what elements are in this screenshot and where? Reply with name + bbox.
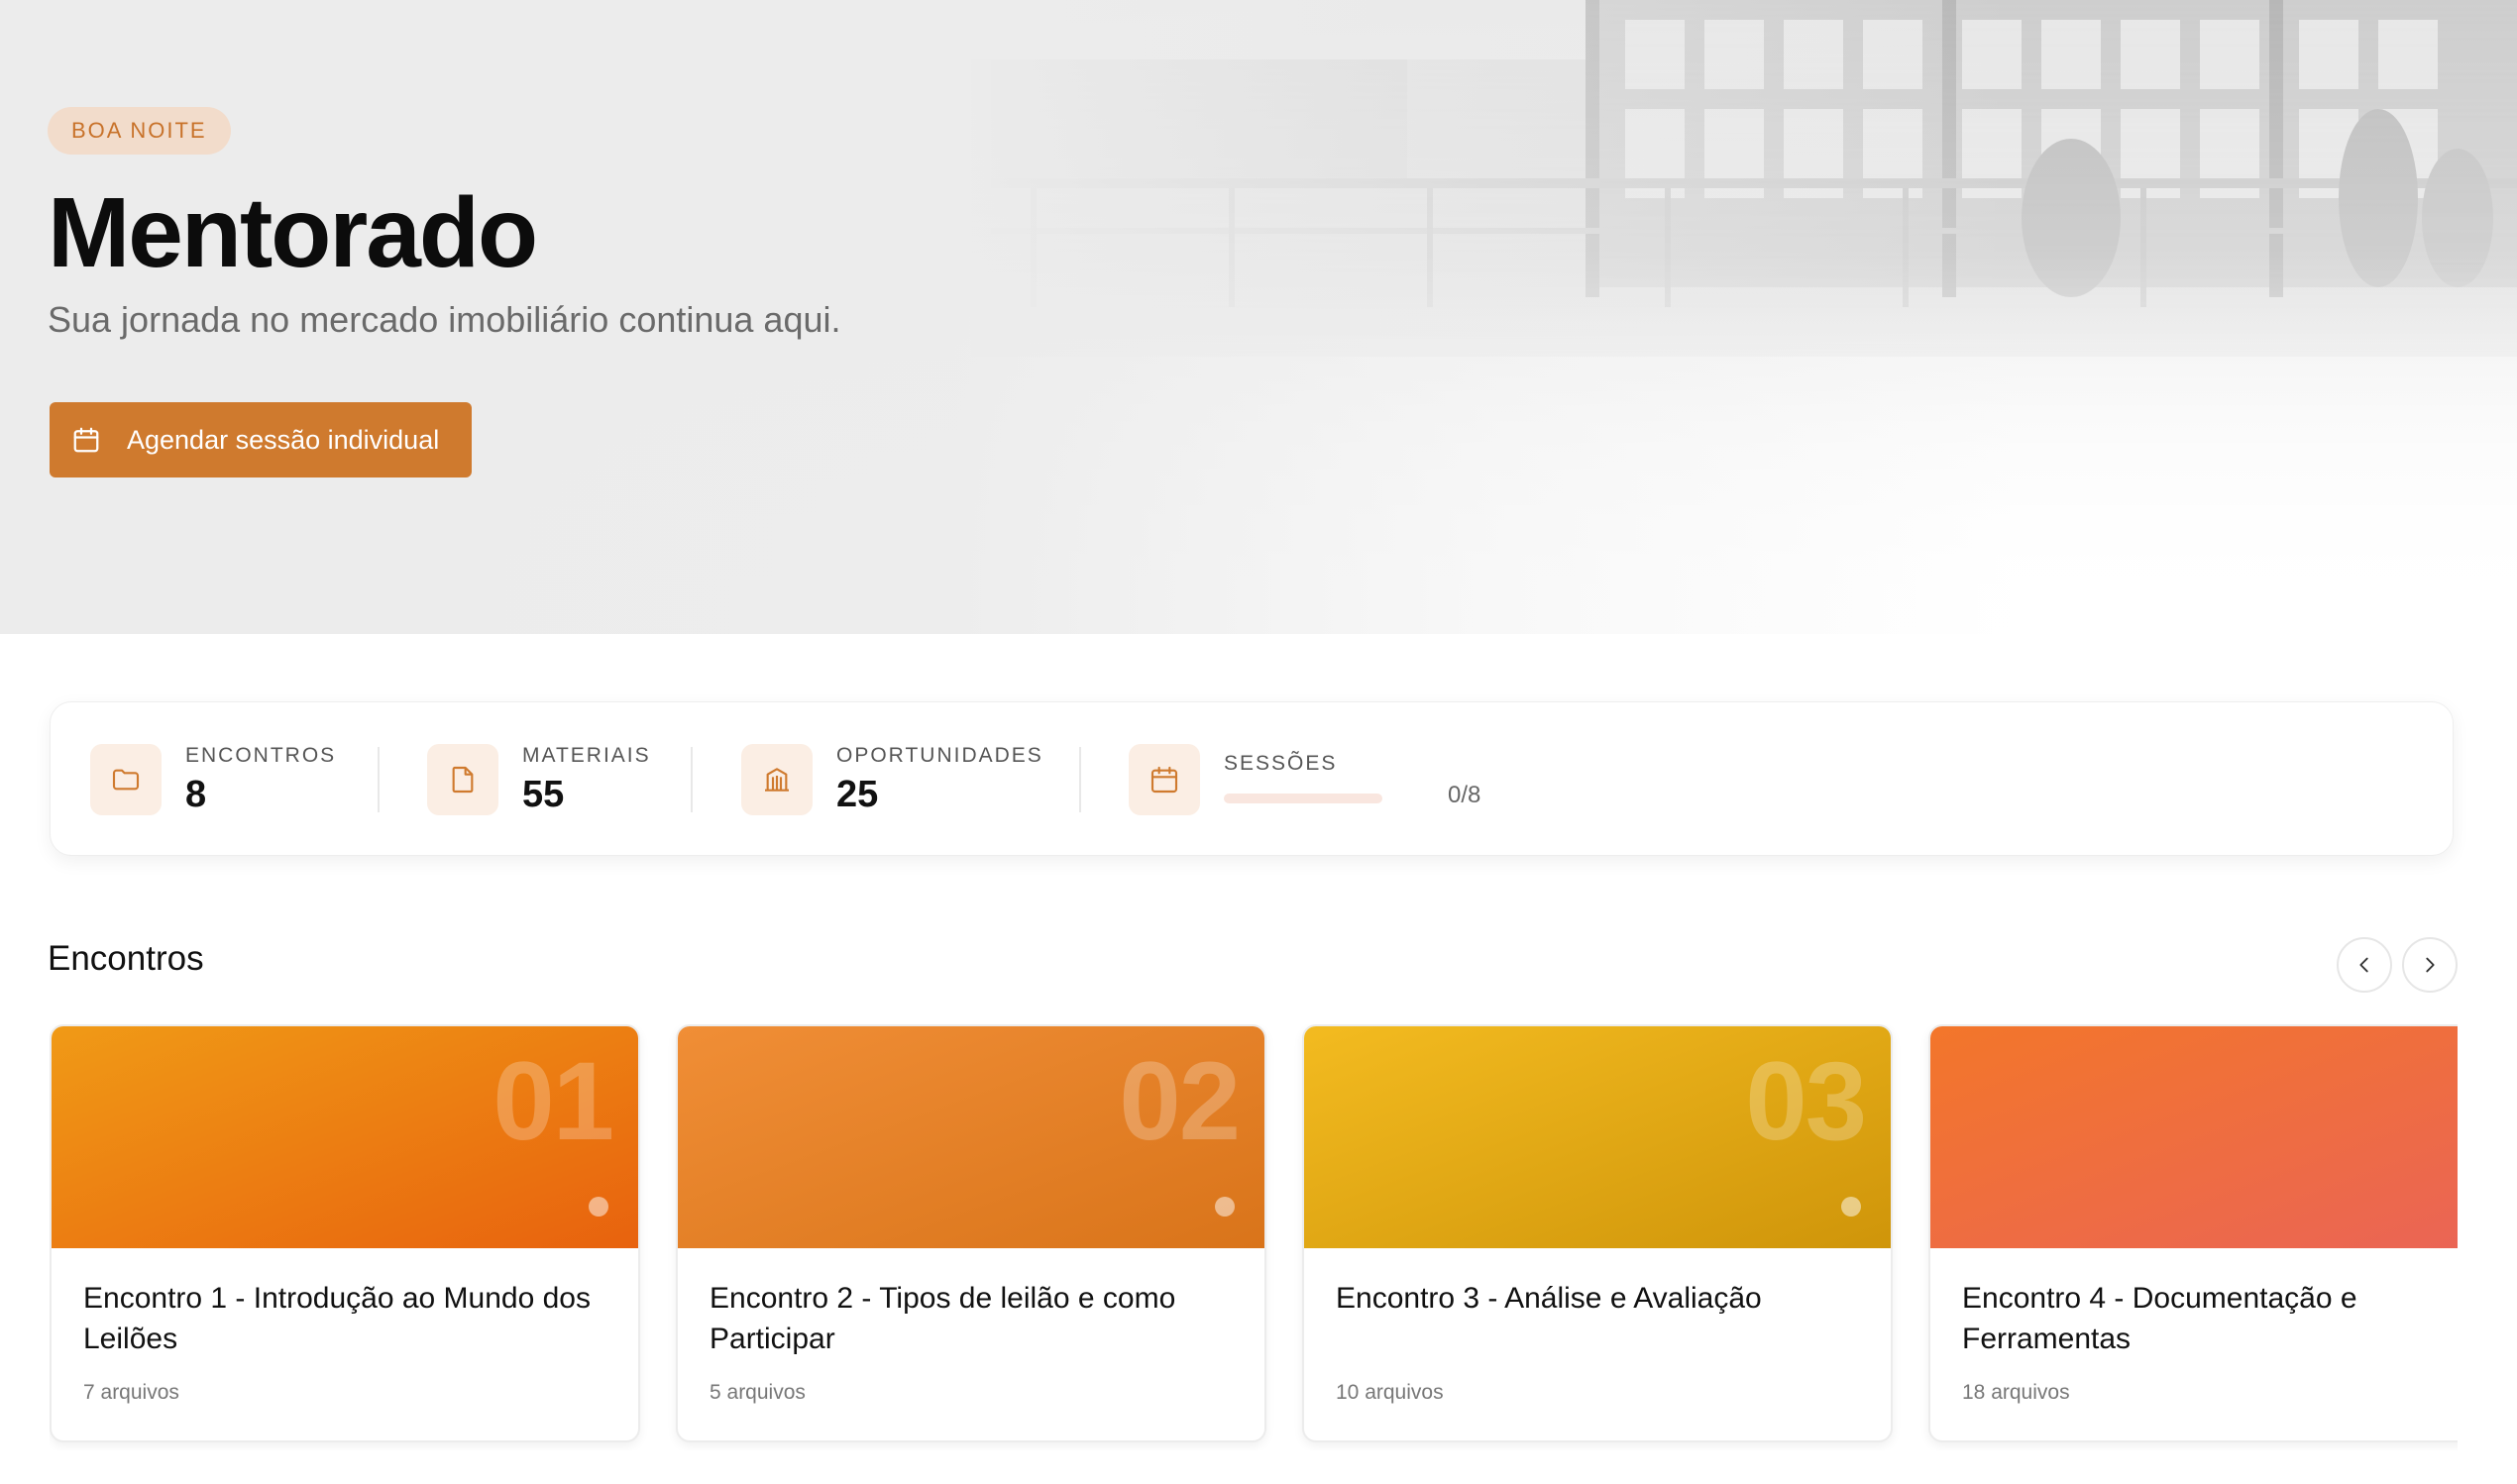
calendar-icon: [71, 425, 101, 455]
stat-label: SESSÕES: [1224, 752, 1338, 775]
encounter-card[interactable]: 02 Encontro 2 - Tipos de leilão e como P…: [676, 1024, 1266, 1442]
card-title: Encontro 4 - Documentação e Ferramentas: [1962, 1282, 2357, 1355]
building-icon: [741, 744, 813, 815]
card-file-count: 10 arquivos: [1336, 1381, 1444, 1404]
card-file-count: 7 arquivos: [83, 1381, 179, 1404]
stat-label: MATERIAIS: [522, 744, 651, 767]
chevron-right-icon: [2426, 957, 2435, 973]
page-title: Mentorado: [48, 177, 538, 288]
card-title: Encontro 1 - Introdução ao Mundo dos Lei…: [83, 1282, 591, 1355]
card-file-count: 5 arquivos: [710, 1381, 806, 1404]
card-status-dot: [1841, 1197, 1861, 1217]
calendar-icon: [1129, 744, 1200, 815]
carousel-next-button[interactable]: [2402, 937, 2458, 993]
encounters-carousel: 01 Encontro 1 - Introdução ao Mundo dos …: [50, 1024, 2458, 1450]
card-banner: 04: [1930, 1026, 2458, 1248]
greeting-badge: BOA NOITE: [48, 107, 231, 155]
card-number: 01: [492, 1039, 614, 1163]
stat-label: OPORTUNIDADES: [836, 744, 1043, 767]
encounters-section-title: Encontros: [48, 939, 204, 978]
stat-divider: [691, 747, 693, 812]
stat-label: ENCONTROS: [185, 744, 337, 767]
stat-value: 8: [185, 774, 207, 815]
card-status-dot: [1215, 1197, 1235, 1217]
chevron-left-icon: [2359, 957, 2368, 973]
stat-value: 25: [836, 774, 879, 815]
stat-divider: [378, 747, 380, 812]
card-number: 02: [1119, 1039, 1241, 1163]
card-banner: 01: [52, 1026, 638, 1248]
stat-sessoes: SESSÕES 0/8: [1129, 744, 1545, 815]
card-banner: 02: [678, 1026, 1264, 1248]
stat-materiais: MATERIAIS 55: [427, 744, 695, 815]
sessions-progress-text: 0/8: [1448, 782, 1481, 808]
stats-card: ENCONTROS 8 MATERIAIS 55 OPORTUNIDADES 2…: [50, 701, 2454, 856]
folder-icon: [90, 744, 162, 815]
card-file-count: 18 arquivos: [1962, 1381, 2070, 1404]
sessions-progress-bar: [1224, 794, 1382, 803]
card-title: Encontro 2 - Tipos de leilão e como Part…: [710, 1282, 1176, 1355]
schedule-session-label: Agendar sessão individual: [127, 424, 440, 455]
carousel-prev-button[interactable]: [2337, 937, 2392, 993]
file-icon: [427, 744, 498, 815]
page-subtitle: Sua jornada no mercado imobiliário conti…: [48, 299, 841, 340]
schedule-session-button[interactable]: Agendar sessão individual: [50, 402, 472, 477]
card-banner: 03: [1304, 1026, 1891, 1248]
card-status-dot: [589, 1197, 608, 1217]
stat-oportunidades: OPORTUNIDADES 25: [741, 744, 1078, 815]
card-title: Encontro 3 - Análise e Avaliação: [1336, 1282, 1762, 1315]
stat-encontros: ENCONTROS 8: [90, 744, 387, 815]
encounter-card[interactable]: 01 Encontro 1 - Introdução ao Mundo dos …: [50, 1024, 640, 1442]
encounter-card[interactable]: 04 Encontro 4 - Documentação e Ferrament…: [1928, 1024, 2458, 1442]
encounter-card[interactable]: 03 Encontro 3 - Análise e Avaliação 10 a…: [1302, 1024, 1893, 1442]
card-number: 03: [1745, 1039, 1867, 1163]
stat-divider: [1079, 747, 1081, 812]
stat-value: 55: [522, 774, 565, 815]
